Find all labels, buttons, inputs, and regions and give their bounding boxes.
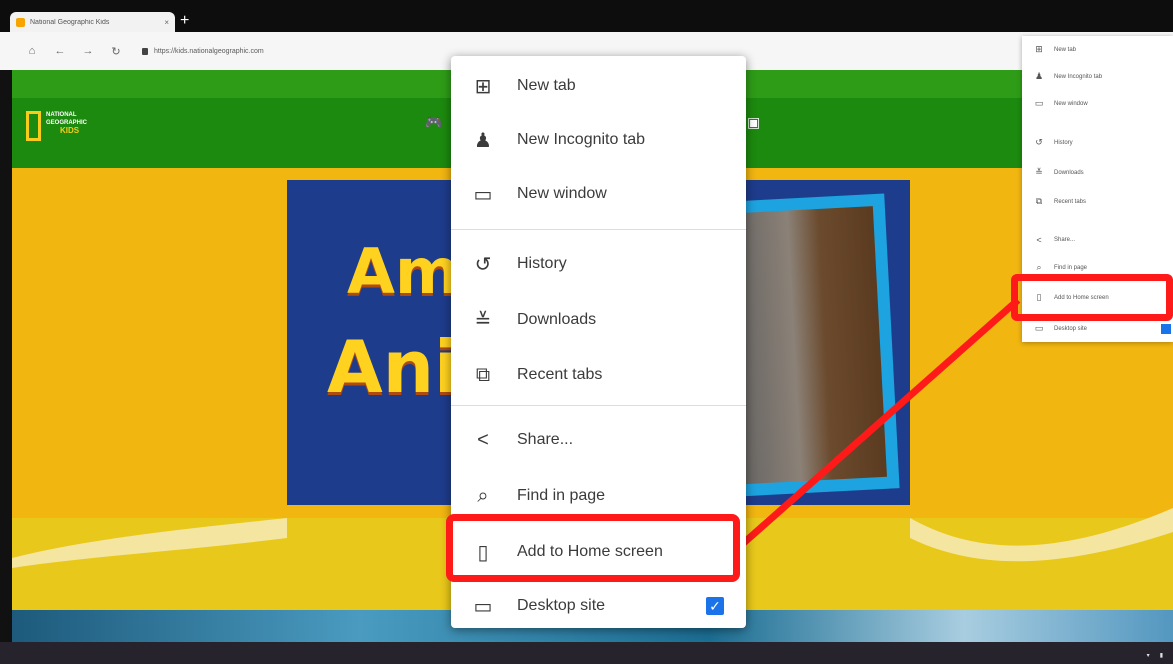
find-icon: ⌕ [1036,262,1042,272]
menu-item-new-window[interactable]: ▭ New window [451,167,746,221]
history-icon: ↺ [474,253,492,276]
screenshot: National Geographic Kids × + ⌂ ← → ↻ htt… [0,0,1173,664]
menu-item-new-incognito-tab[interactable]: ♟ New Incognito tab [451,113,746,167]
menu-item-downloads[interactable]: ≚ Downloads [451,293,746,347]
downloads-icon: ≚ [1035,167,1043,177]
share-icon: < [1036,234,1042,245]
menu-label: Recent tabs [517,366,603,383]
mini-item[interactable]: ≚ Downloads [1022,159,1173,186]
tab-title: National Geographic Kids [30,18,110,26]
mini-label: Recent tabs [1054,198,1087,205]
logo-line-1: NATIONAL [46,112,77,118]
mini-label: New tab [1054,46,1077,53]
site-logo[interactable]: NATIONAL GEOGRAPHIC KIDS [26,111,126,155]
nav-icon-right: ▣ [747,114,761,130]
downloads-icon: ≚ [474,309,492,332]
hero-title-line-2: Ani [327,325,459,409]
mini-item[interactable]: ▭ New window [1022,90,1173,117]
menu-item-history[interactable]: ↺ History [451,237,746,291]
logo-frame-icon [26,111,41,141]
hero-title-line-1: Am [347,235,460,308]
left-edge [0,70,12,642]
mini-label: Downloads [1054,169,1084,176]
incognito-icon: ♟ [1034,71,1044,81]
mini-label: Desktop site [1054,325,1088,332]
menu-label: New Incognito tab [517,131,646,148]
menu-item-new-tab[interactable]: ⊞ New tab [451,59,746,113]
tab-strip: National Geographic Kids × + [0,0,1173,32]
wifi-icon: ▾ [1146,653,1150,659]
nav-item-games[interactable]: 🎮 [425,114,442,131]
address-bar[interactable]: https://kids.nationalgeographic.com [142,41,427,61]
mini-item[interactable]: < Share... [1022,226,1173,253]
menu-label: History [517,255,567,272]
mini-label: History [1054,139,1073,146]
new-tab-button[interactable]: + [180,13,189,29]
mini-label: New Incognito tab [1054,73,1103,80]
status-tray: ▾ ▮ [1147,652,1163,659]
battery-icon: ▮ [1159,653,1163,659]
nav-item-right[interactable]: ▣ [747,114,760,131]
mini-checkbox[interactable] [1161,323,1171,334]
new-window-icon: ▭ [1034,98,1044,108]
mini-item[interactable]: ⊞ New tab [1022,36,1173,63]
reload-icon[interactable]: ↻ [110,45,122,58]
menu-item-desktop-site[interactable]: ▭ Desktop site ✓ [451,579,746,633]
desktop-site-checkbox[interactable]: ✓ [706,597,724,615]
desktop-icon: ▭ [473,595,493,618]
highlight-add-to-home [446,514,740,582]
mini-label: Share... [1054,236,1076,243]
share-icon: < [477,428,489,451]
mini-label: New window [1054,100,1088,107]
home-icon[interactable]: ⌂ [26,45,38,57]
url-text: https://kids.nationalgeographic.com [154,47,264,55]
back-icon[interactable]: ← [54,45,66,57]
menu-label: Find in page [517,487,606,504]
recent-tabs-icon: ⧉ [475,363,491,386]
menu-label: New tab [517,77,576,94]
mini-item[interactable]: ↺ History [1022,129,1173,156]
menu-item-share[interactable]: < Share... [451,413,746,467]
menu-divider [451,229,746,230]
system-shelf [0,642,1173,664]
browser-tab[interactable]: National Geographic Kids × [10,12,175,32]
logo-wordmark: NATIONAL GEOGRAPHIC KIDS [46,111,87,155]
logo-kids: KIDS [60,126,80,135]
highlight-mini-add-to-home [1011,274,1173,321]
menu-divider [451,405,746,406]
incognito-icon: ♟ [474,129,492,152]
new-tab-icon: ⊞ [1035,44,1043,54]
new-tab-icon: ⊞ [474,75,492,98]
recent-tabs-icon: ⧉ [1035,196,1043,206]
menu-label: Desktop site [517,597,606,614]
find-icon: ⌕ [477,484,489,507]
mini-item[interactable]: ⧉ Recent tabs [1022,188,1173,215]
menu-label: Downloads [517,311,597,328]
favicon-icon [16,17,25,27]
forward-icon[interactable]: → [82,45,94,57]
desktop-icon: ▭ [1034,323,1044,333]
lock-icon [142,47,148,55]
mini-label: Find in page [1054,264,1088,271]
mini-item[interactable]: ♟ New Incognito tab [1022,63,1173,90]
new-window-icon: ▭ [473,183,493,206]
gamepad-icon: 🎮 [425,114,443,130]
history-icon: ↺ [1035,137,1043,147]
tab-close-icon[interactable]: × [164,18,169,27]
menu-item-recent-tabs[interactable]: ⧉ Recent tabs [451,348,746,402]
menu-label: Share... [517,431,574,448]
menu-label: New window [517,185,607,202]
